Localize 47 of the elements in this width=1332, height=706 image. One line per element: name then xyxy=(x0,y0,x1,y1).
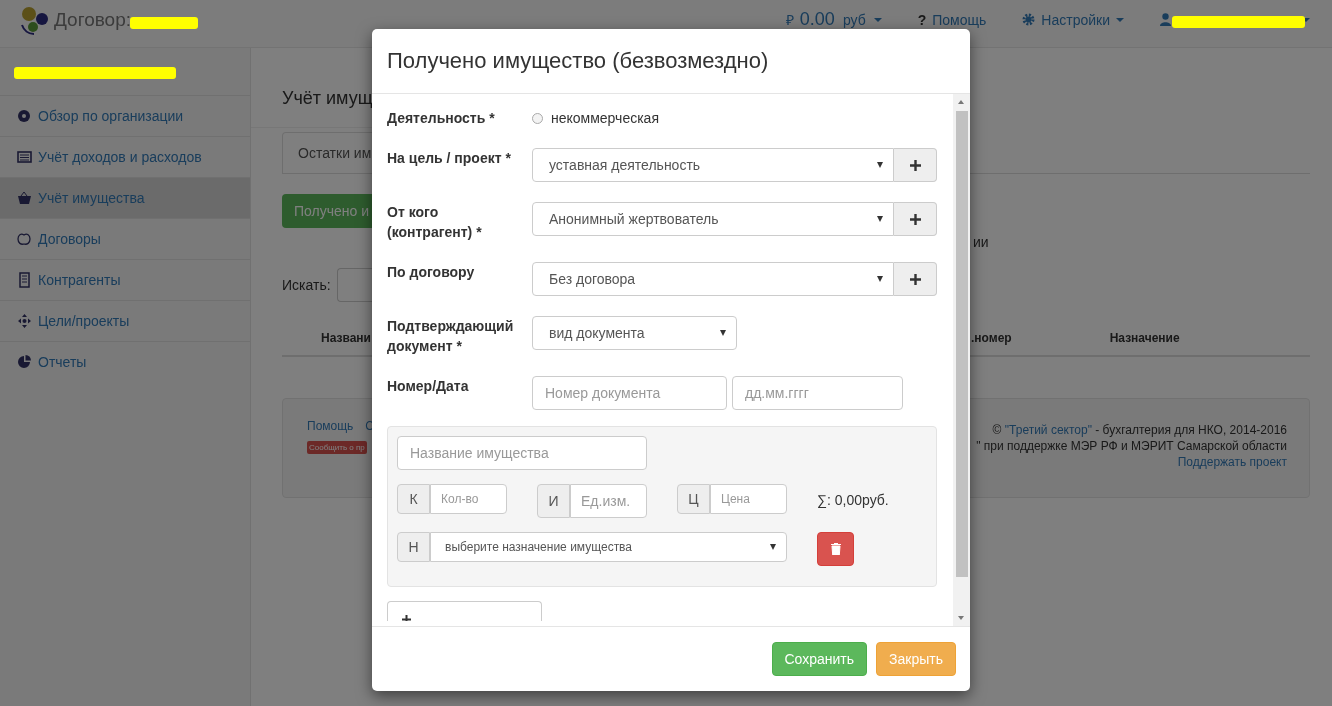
search-label: Искать: xyxy=(282,277,331,293)
input-field[interactable]: Номер документа xyxy=(532,376,727,410)
balance-dropdown[interactable]: ₽ 0.00 руб xyxy=(785,9,882,30)
select-field[interactable]: вид документа xyxy=(532,316,737,350)
addon-label: Ц xyxy=(677,484,710,514)
input-field[interactable]: Кол-во xyxy=(430,484,507,514)
input-field[interactable]: Ед.изм. xyxy=(570,484,647,518)
support-text: " при поддержке МЭР РФ и МЭРИТ Самарской области xyxy=(976,439,1287,453)
contract-title: Договор: xyxy=(54,8,132,31)
footer-link[interactable]: Помощь xyxy=(307,419,354,433)
input-field[interactable]: дд.мм.гггг xyxy=(732,376,903,410)
field-label: Номер/Дата xyxy=(387,377,470,396)
sidebar-item[interactable]: Цели/проекты xyxy=(0,300,250,341)
help-link[interactable]: ? Помощь xyxy=(917,11,987,28)
select-field[interactable]: уставная деятельность xyxy=(532,148,894,182)
column-header: Назначение xyxy=(1109,330,1180,345)
sidebar-item[interactable]: Договоры xyxy=(0,218,250,259)
field-label: На цель / проект * xyxy=(387,149,512,168)
copyright-text: © "Третий сектор" - бухгалтерия для НКО, 2014-2016 xyxy=(992,423,1287,437)
select-field[interactable]: Без договора xyxy=(532,262,894,296)
field-label: От кого (контрагент) * xyxy=(387,203,483,242)
item-name-field[interactable]: Название имущества xyxy=(397,436,647,470)
select-field[interactable]: Анонимный жертвователь xyxy=(532,202,894,236)
modal-title: Получено имущество (безвозмездно) xyxy=(387,48,769,74)
total-sum: ∑: 0,00руб. xyxy=(817,491,889,508)
field-label: Подтверждающий документ * xyxy=(387,317,515,356)
addon-label: Н xyxy=(397,532,430,562)
field-label: Деятельность * xyxy=(387,109,496,128)
sidebar-item[interactable]: Отчеты xyxy=(0,341,250,382)
addon-label: К xyxy=(397,484,430,514)
project-link[interactable]: "Третий сектор" xyxy=(1004,423,1092,437)
column-header: .номер xyxy=(971,330,1012,345)
addon-label: И xyxy=(537,484,570,518)
received-button[interactable]: Получено и xyxy=(282,194,373,228)
field-label: По договору xyxy=(387,263,476,282)
sidebar-item[interactable]: Контрагенты xyxy=(0,259,250,300)
heading-fragment: ии xyxy=(972,234,989,252)
settings-dropdown[interactable]: Настройки xyxy=(1022,11,1124,28)
save-button[interactable]: Сохранить xyxy=(771,642,868,676)
close-button[interactable]: Закрыть xyxy=(876,642,956,676)
column-header: Названи xyxy=(321,330,371,345)
sidebar-item[interactable]: Учёт имущества xyxy=(0,177,250,218)
select-field[interactable]: выберите назначение имущества xyxy=(430,532,787,562)
support-link[interactable]: Поддержать проект xyxy=(1177,455,1287,469)
sidebar-item[interactable]: Обзор по организации xyxy=(0,95,250,136)
input-field[interactable]: Цена xyxy=(710,484,787,514)
radio-option[interactable]: некоммерческая xyxy=(532,108,659,128)
